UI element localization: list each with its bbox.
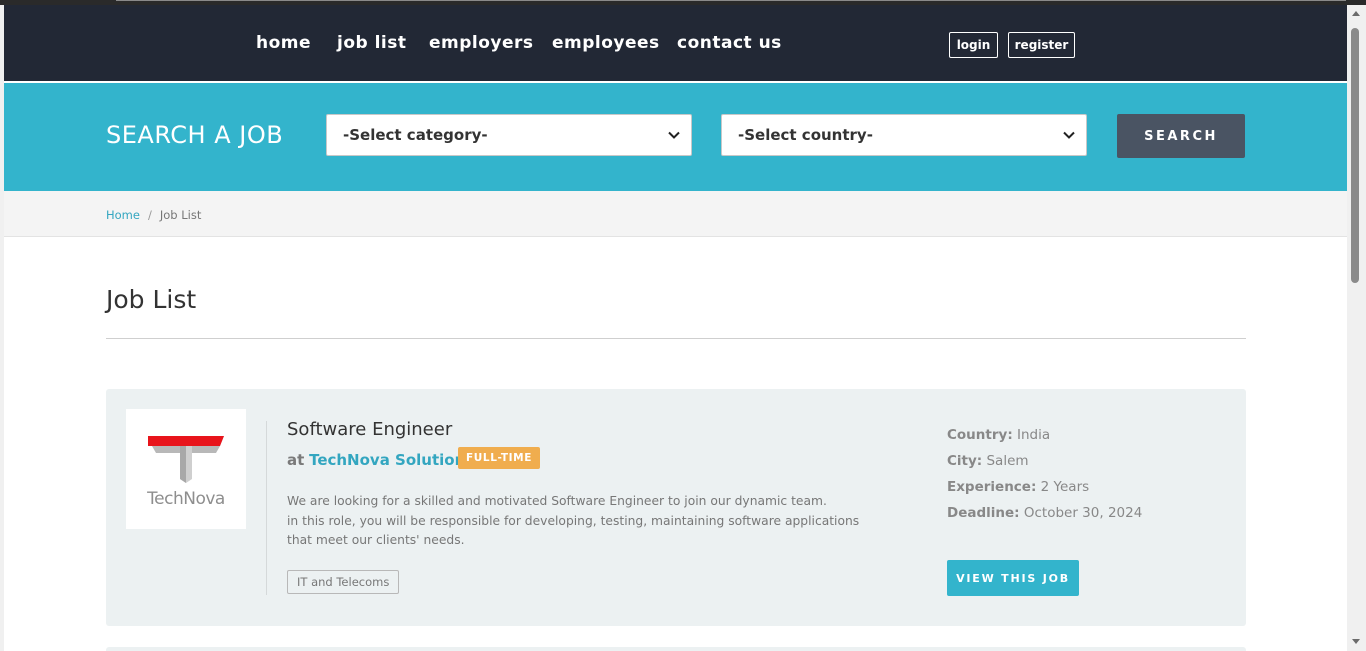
scroll-up-arrow-icon[interactable] — [1352, 11, 1360, 16]
job-city: City: Salem — [947, 453, 1029, 469]
job-deadline-label: Deadline: — [947, 505, 1020, 521]
category-select-value: -Select category- — [343, 126, 488, 144]
login-button[interactable]: login — [949, 32, 998, 58]
card-divider — [266, 421, 267, 595]
breadcrumb-current: Job List — [159, 208, 202, 222]
job-card — [106, 647, 1246, 651]
nav-home-link[interactable]: home — [256, 33, 311, 53]
breadcrumb: Home / Job List — [4, 191, 1347, 237]
chevron-down-icon — [668, 131, 680, 139]
job-experience-label: Experience: — [947, 479, 1037, 495]
nav-contact-us-link[interactable]: contact us — [677, 33, 782, 53]
navbar: home job list employers employees contac… — [4, 5, 1347, 82]
page-viewport: home job list employers employees contac… — [4, 5, 1347, 651]
scrollbar-thumb[interactable] — [1351, 28, 1359, 283]
job-title[interactable]: Software Engineer — [287, 419, 452, 440]
nav-employees-link[interactable]: employees — [552, 33, 660, 53]
job-country-label: Country: — [947, 427, 1013, 443]
window-top-highlight — [116, 0, 1346, 1]
job-description-line: in this role, you will be responsible fo… — [287, 513, 860, 548]
company-line: at TechNova Solutions — [287, 451, 474, 469]
breadcrumb-separator: / — [147, 208, 152, 222]
company-link[interactable]: TechNova Solutions — [309, 451, 474, 469]
job-description: We are looking for a skilled and motivat… — [287, 492, 887, 551]
search-title: SEARCH A JOB — [106, 121, 284, 149]
job-city-label: City: — [947, 453, 983, 469]
breadcrumb-home-link[interactable]: Home — [106, 208, 140, 222]
job-country: Country: India — [947, 427, 1050, 443]
job-type-badge: FULL-TIME — [458, 447, 540, 469]
country-select-value: -Select country- — [738, 126, 873, 144]
page-title: Job List — [106, 285, 197, 314]
chevron-down-icon — [1063, 131, 1075, 139]
country-select[interactable]: -Select country- — [721, 114, 1087, 156]
job-deadline-value: October 30, 2024 — [1023, 505, 1143, 521]
job-experience-value: 2 Years — [1040, 479, 1090, 495]
nav-job-list-link[interactable]: job list — [337, 33, 407, 53]
job-experience: Experience: 2 Years — [947, 479, 1089, 495]
job-card: TechNova Software Engineer at TechNova S… — [106, 389, 1246, 626]
category-select[interactable]: -Select category- — [326, 114, 692, 156]
technova-logo-icon — [148, 436, 224, 483]
job-deadline: Deadline: October 30, 2024 — [947, 505, 1142, 521]
company-logo[interactable]: TechNova — [126, 409, 246, 529]
register-button[interactable]: register — [1008, 32, 1075, 58]
category-tag[interactable]: IT and Telecoms — [287, 570, 400, 594]
view-job-button[interactable]: VIEW THIS JOB — [947, 560, 1079, 596]
search-button[interactable]: SEARCH — [1117, 114, 1245, 158]
page-scrollbar[interactable] — [1347, 5, 1366, 651]
job-city-value: Salem — [986, 453, 1029, 469]
scroll-down-arrow-icon[interactable] — [1352, 639, 1360, 644]
company-logo-text: TechNova — [147, 489, 225, 509]
title-divider — [106, 338, 1246, 339]
company-prefix: at — [287, 451, 305, 469]
job-search-bar: SEARCH A JOB -Select category- -Select c… — [4, 83, 1347, 191]
job-country-value: India — [1017, 427, 1051, 443]
nav-employers-link[interactable]: employers — [429, 33, 534, 53]
job-description-line: We are looking for a skilled and motivat… — [287, 494, 827, 508]
